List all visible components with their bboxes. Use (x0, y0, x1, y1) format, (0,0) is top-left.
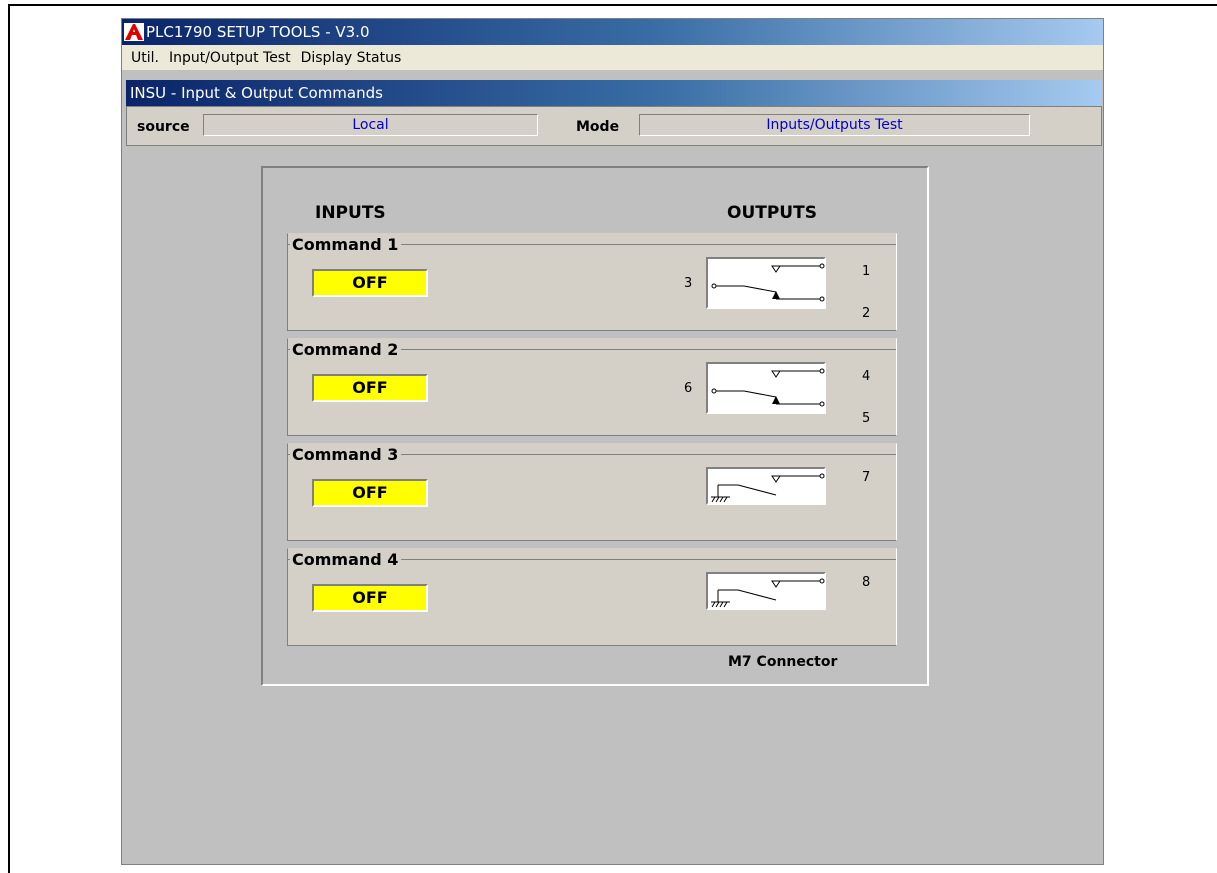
command-state-indicator[interactable]: OFF (312, 374, 428, 402)
app-logo-icon (124, 23, 144, 41)
command-label: Command 1 (290, 235, 402, 254)
io-panel: INPUTS OUTPUTS Command 1 OFF 3 1 2 Comma… (261, 166, 929, 686)
menu-input-output-test[interactable]: Input/Output Test (164, 45, 296, 71)
command-group-4: Command 4 OFF 8 (287, 548, 897, 646)
inputs-header: INPUTS (315, 203, 386, 223)
app-titlebar: PLC1790 SETUP TOOLS - V3.0 (122, 19, 1103, 45)
relay-changeover-icon (706, 257, 826, 309)
app-window: PLC1790 SETUP TOOLS - V3.0 Util. Input/Ou… (121, 18, 1104, 865)
command-group-3: Command 3 OFF 7 (287, 443, 897, 541)
pin-label: 5 (862, 411, 871, 426)
pin-label: 3 (684, 276, 693, 291)
connector-label: M7 Connector (728, 654, 838, 670)
pin-label: 4 (862, 369, 871, 384)
menu-util[interactable]: Util. (122, 45, 164, 71)
command-state-indicator[interactable]: OFF (312, 479, 428, 507)
pin-label: 1 (862, 264, 871, 279)
relay-grounded-contact-icon (706, 467, 826, 505)
info-bar: source Local Mode Inputs/Outputs Test (126, 106, 1102, 146)
menubar: Util. Input/Output Test Display Status (122, 45, 1103, 71)
command-label: Command 2 (290, 340, 402, 359)
command-state-indicator[interactable]: OFF (312, 269, 428, 297)
relay-grounded-contact-icon (706, 572, 826, 610)
menu-display-status[interactable]: Display Status (296, 45, 407, 71)
relay-changeover-icon (706, 362, 826, 414)
mode-label: Mode (576, 119, 620, 135)
command-state-indicator[interactable]: OFF (312, 584, 428, 612)
command-label: Command 3 (290, 445, 402, 464)
app-title: PLC1790 SETUP TOOLS - V3.0 (146, 23, 370, 41)
outputs-header: OUTPUTS (727, 203, 817, 223)
subwindow-title: INSU - Input & Output Commands (126, 80, 1102, 106)
command-group-1: Command 1 OFF 3 1 2 (287, 233, 897, 331)
pin-label: 8 (862, 575, 871, 590)
command-label: Command 4 (290, 550, 402, 569)
pin-label: 6 (684, 381, 693, 396)
mode-field: Inputs/Outputs Test (639, 114, 1030, 136)
command-group-2: Command 2 OFF 6 4 5 (287, 338, 897, 436)
source-label: source (137, 119, 190, 135)
pin-label: 7 (862, 470, 871, 485)
pin-label: 2 (862, 306, 871, 321)
source-field: Local (203, 114, 538, 136)
